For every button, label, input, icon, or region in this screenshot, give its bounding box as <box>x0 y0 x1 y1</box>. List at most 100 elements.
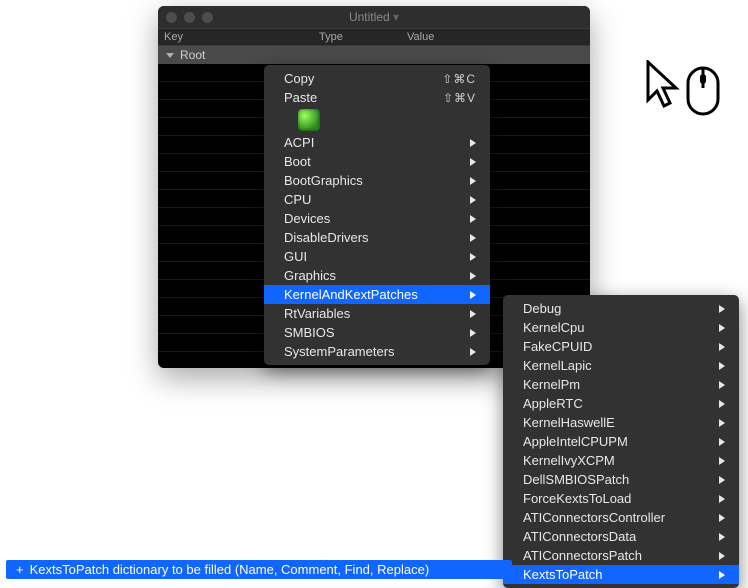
submenu: Debug KernelCpu FakeCPUID KernelLapic Kernel… <box>503 295 739 588</box>
window-titlebar[interactable]: Untitled ▾ <box>158 6 590 28</box>
submenu-arrow-icon <box>719 324 725 332</box>
menu-item-label: CPU <box>284 192 460 207</box>
window-title: Untitled ▾ <box>158 10 590 24</box>
root-row[interactable]: Root <box>158 46 590 64</box>
submenu-arrow-icon <box>470 329 476 337</box>
plus-icon: + <box>6 562 30 577</box>
menu-item-label: SystemParameters <box>284 344 460 359</box>
submenu-item-kernelhaswelle[interactable]: KernelHaswellE <box>503 413 739 432</box>
menu-item-rtvariables[interactable]: RtVariables <box>264 304 490 323</box>
submenu-item-label: ForceKextsToLoad <box>523 491 709 506</box>
menu-item-label: Devices <box>284 211 460 226</box>
menu-item-clover[interactable] <box>264 107 490 133</box>
submenu-item-label: AppleRTC <box>523 396 709 411</box>
submenu-arrow-icon <box>719 381 725 389</box>
submenu-arrow-icon <box>719 552 725 560</box>
menu-item-kernelandkextpatches[interactable]: KernelAndKextPatches <box>264 285 490 304</box>
column-headers: Key Type Value <box>158 28 590 46</box>
submenu-item-aticonnectorspatch[interactable]: ATIConnectorsPatch <box>503 546 739 565</box>
menu-item-label: BootGraphics <box>284 173 460 188</box>
menu-item-gui[interactable]: GUI <box>264 247 490 266</box>
submenu-item-kernelpm[interactable]: KernelPm <box>503 375 739 394</box>
menu-item-acpi[interactable]: ACPI <box>264 133 490 152</box>
submenu-item-appleintelcpupm[interactable]: AppleIntelCPUPM <box>503 432 739 451</box>
disclosure-triangle-icon[interactable] <box>166 53 174 58</box>
submenu-item-label: KernelCpu <box>523 320 709 335</box>
menu-item-label: DisableDrivers <box>284 230 460 245</box>
submenu-arrow-icon <box>470 158 476 166</box>
submenu-arrow-icon <box>719 457 725 465</box>
submenu-item-forcekextstoload[interactable]: ForceKextsToLoad <box>503 489 739 508</box>
arrow-cursor-icon <box>644 100 684 115</box>
submenu-arrow-icon <box>470 253 476 261</box>
submenu-item-label: KernelHaswellE <box>523 415 709 430</box>
menu-item-bootgraphics[interactable]: BootGraphics <box>264 171 490 190</box>
submenu-item-label: ATIConnectorsPatch <box>523 548 709 563</box>
menu-item-label: ACPI <box>284 135 460 150</box>
menu-item-disabledrivers[interactable]: DisableDrivers <box>264 228 490 247</box>
submenu-arrow-icon <box>470 348 476 356</box>
menu-item-smbios[interactable]: SMBIOS <box>264 323 490 342</box>
root-key: Root <box>180 48 317 62</box>
menu-item-label: Boot <box>284 154 460 169</box>
menu-item-graphics[interactable]: Graphics <box>264 266 490 285</box>
submenu-item-label: KernelIvyXCPM <box>523 453 709 468</box>
menu-item-copy[interactable]: Copy ⇧⌘C <box>264 69 490 88</box>
menu-item-systemparameters[interactable]: SystemParameters <box>264 342 490 361</box>
column-header-type[interactable]: Type <box>313 31 401 43</box>
menu-item-label: GUI <box>284 249 460 264</box>
submenu-arrow-icon <box>470 139 476 147</box>
submenu-arrow-icon <box>470 310 476 318</box>
submenu-arrow-icon <box>470 177 476 185</box>
clover-icon <box>298 109 320 131</box>
menu-item-cpu[interactable]: CPU <box>264 190 490 209</box>
cursor-graphic <box>644 60 734 130</box>
submenu-arrow-icon <box>470 272 476 280</box>
menu-item-devices[interactable]: Devices <box>264 209 490 228</box>
submenu-item-label: Debug <box>523 301 709 316</box>
submenu-item-aticonnectorsdata[interactable]: ATIConnectorsData <box>503 527 739 546</box>
submenu-arrow-icon <box>719 571 725 579</box>
menu-item-label: Graphics <box>284 268 460 283</box>
submenu-item-label: FakeCPUID <box>523 339 709 354</box>
menu-item-label: KernelAndKextPatches <box>284 287 460 302</box>
submenu-item-kernelcpu[interactable]: KernelCpu <box>503 318 739 337</box>
submenu-arrow-icon <box>470 234 476 242</box>
submenu-item-debug[interactable]: Debug <box>503 299 739 318</box>
submenu-arrow-icon <box>470 196 476 204</box>
submenu-arrow-icon <box>719 362 725 370</box>
shortcut-text: ⇧⌘V <box>443 91 476 105</box>
submenu-item-label: KextsToPatch <box>523 567 709 582</box>
column-header-value[interactable]: Value <box>401 31 590 43</box>
column-header-key[interactable]: Key <box>158 31 313 43</box>
submenu-arrow-icon <box>719 400 725 408</box>
status-text: KextsToPatch dictionary to be filled (Na… <box>30 562 430 577</box>
shortcut-text: ⇧⌘C <box>442 72 476 86</box>
submenu-item-label: KernelLapic <box>523 358 709 373</box>
submenu-arrow-icon <box>719 533 725 541</box>
menu-item-label: SMBIOS <box>284 325 460 340</box>
submenu-item-label: ATIConnectorsData <box>523 529 709 544</box>
submenu-item-kernelivyxcpm[interactable]: KernelIvyXCPM <box>503 451 739 470</box>
submenu-arrow-icon <box>470 215 476 223</box>
submenu-arrow-icon <box>719 419 725 427</box>
submenu-item-label: DellSMBIOSPatch <box>523 472 709 487</box>
menu-item-boot[interactable]: Boot <box>264 152 490 171</box>
submenu-item-applertc[interactable]: AppleRTC <box>503 394 739 413</box>
menu-item-paste[interactable]: Paste ⇧⌘V <box>264 88 490 107</box>
submenu-arrow-icon <box>719 514 725 522</box>
status-bar[interactable]: + KextsToPatch dictionary to be filled (… <box>6 560 512 579</box>
submenu-item-kernellapic[interactable]: KernelLapic <box>503 356 739 375</box>
submenu-item-label: ATIConnectorsController <box>523 510 709 525</box>
submenu-item-kextstopatch[interactable]: KextsToPatch <box>503 565 739 584</box>
submenu-item-label: AppleIntelCPUPM <box>523 434 709 449</box>
submenu-item-aticonnectorscontroller[interactable]: ATIConnectorsController <box>503 508 739 527</box>
submenu-item-fakecpuid[interactable]: FakeCPUID <box>503 337 739 356</box>
submenu-arrow-icon <box>719 343 725 351</box>
submenu-arrow-icon <box>719 476 725 484</box>
submenu-item-dellsmbiospatch[interactable]: DellSMBIOSPatch <box>503 470 739 489</box>
submenu-arrow-icon <box>719 438 725 446</box>
submenu-arrow-icon <box>719 305 725 313</box>
submenu-arrow-icon <box>470 291 476 299</box>
context-menu: Copy ⇧⌘C Paste ⇧⌘V ACPI Boot BootGraphics C… <box>264 65 490 365</box>
